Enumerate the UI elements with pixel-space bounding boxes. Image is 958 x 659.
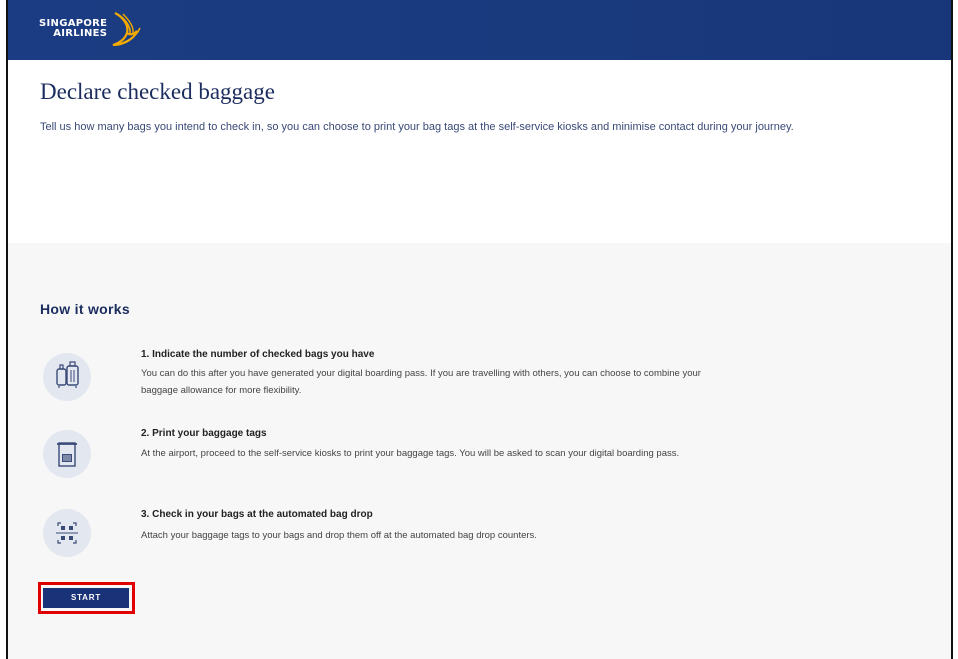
start-button[interactable]: START <box>43 588 129 608</box>
step-3-title: 3. Check in your bags at the automated b… <box>141 509 373 520</box>
site-header: SINGAPORE AIRLINES <box>8 0 951 60</box>
step-3-desc-line1: Attach your baggage tags to your bags an… <box>141 530 537 541</box>
logo-line2: AIRLINES <box>53 28 108 39</box>
step-2-title: 2. Print your baggage tags <box>141 428 267 439</box>
step-3-description: Attach your baggage tags to your bags an… <box>141 527 841 544</box>
luggage-icon <box>43 353 91 401</box>
singapore-airlines-logo[interactable]: SINGAPORE AIRLINES <box>39 11 142 47</box>
qr-scan-icon <box>43 509 91 557</box>
step-2-description: At the airport, proceed to the self-serv… <box>141 445 841 462</box>
step-1-description: You can do this after you have generated… <box>141 365 841 399</box>
bird-logo-icon <box>112 12 142 47</box>
step-1-desc-line1: You can do this after you have generated… <box>141 368 701 379</box>
bag-tag-printer-icon <box>43 430 91 478</box>
start-button-highlight: START <box>38 582 135 614</box>
step-1-title: 1. Indicate the number of checked bags y… <box>141 349 375 360</box>
step-1-desc-line2: baggage allowance for more flexibility. <box>141 385 302 396</box>
how-it-works-section: How it works 1. Indicate the number of c… <box>8 243 951 659</box>
step-2-desc-line1: At the airport, proceed to the self-serv… <box>141 448 680 459</box>
page-frame: SINGAPORE AIRLINES Declare checked bagga… <box>6 0 953 659</box>
how-it-works-title: How it works <box>40 301 130 317</box>
page-title: Declare checked baggage <box>40 79 275 104</box>
page-subtitle: Tell us how many bags you intend to chec… <box>40 121 794 133</box>
